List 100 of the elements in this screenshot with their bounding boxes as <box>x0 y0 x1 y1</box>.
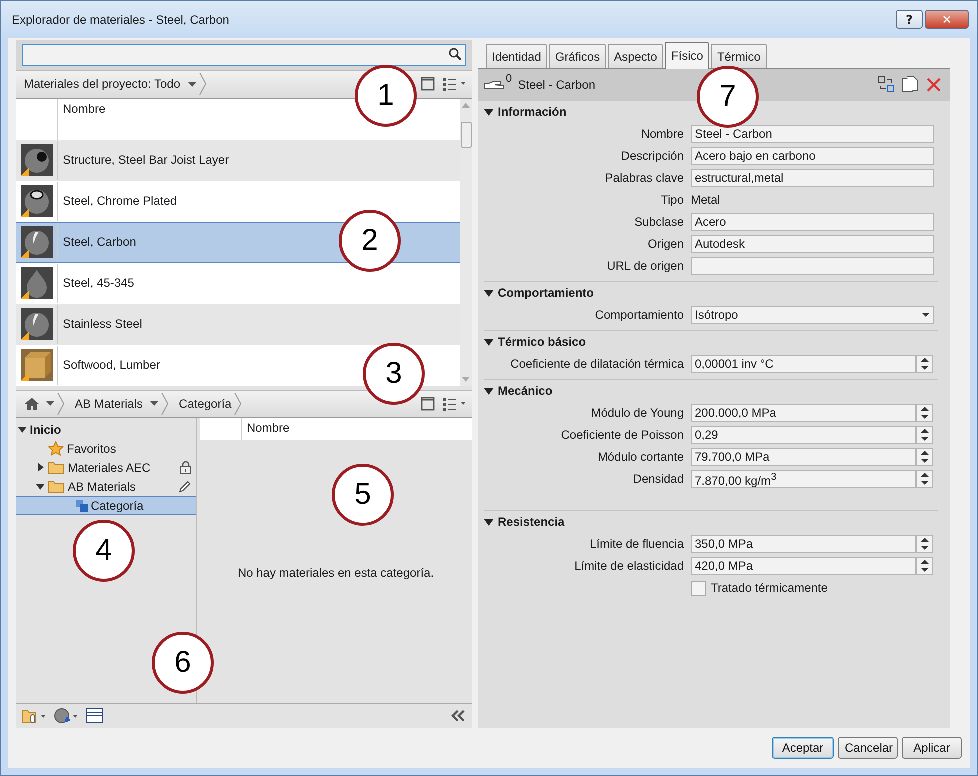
spinner-buttons[interactable] <box>916 535 933 553</box>
section-title: Información <box>498 105 567 119</box>
dialog-button[interactable]: Aceptar <box>772 737 834 759</box>
section-title: Comportamiento <box>498 286 594 300</box>
expander-icon[interactable] <box>484 386 494 396</box>
spinner-buttons[interactable] <box>916 404 933 422</box>
dialog-button[interactable]: Aplicar <box>902 737 962 759</box>
text-field[interactable]: estructural,metal <box>691 169 934 187</box>
help-button[interactable]: ? <box>896 10 923 29</box>
panel-toggle-icon[interactable] <box>420 76 436 92</box>
chevron-icon <box>161 392 170 416</box>
column-header: Nombre <box>246 420 290 438</box>
scroll-thumb[interactable] <box>460 122 472 148</box>
field-label: Coeficiente de dilatación térmica <box>510 357 684 371</box>
number-field[interactable]: 0,29 <box>691 426 916 444</box>
text-field[interactable]: Acero bajo en carbono <box>691 147 934 165</box>
field-label: Nombre <box>640 127 684 141</box>
expander-icon[interactable] <box>484 288 494 298</box>
section-title: Térmico básico <box>498 335 586 349</box>
folder-icon[interactable] <box>22 708 48 724</box>
add-material-icon[interactable] <box>54 708 80 724</box>
search-field[interactable] <box>22 44 466 66</box>
tree-item[interactable]: Categoría <box>16 496 196 516</box>
field-label: Tipo <box>660 193 684 207</box>
chevron-icon <box>198 72 207 96</box>
expander-icon[interactable] <box>484 338 494 346</box>
window-title: Explorador de materiales - Steel, Carbon <box>12 12 230 26</box>
spinner-buttons[interactable] <box>916 426 933 444</box>
delete-icon[interactable] <box>926 77 942 93</box>
field-label: Comportamiento <box>594 308 684 322</box>
chevron-icon <box>57 392 65 416</box>
field-label: Módulo cortante <box>596 450 684 464</box>
section-title: Resistencia <box>498 515 565 529</box>
tree-item[interactable]: AB Materials <box>16 477 196 496</box>
number-field[interactable]: 7.870,00 kg/m$^{3}$ <box>691 470 916 488</box>
empty-message: No hay materiales en esta categoría. <box>238 566 434 580</box>
text-field[interactable]: Autodesk <box>691 235 934 253</box>
field-label: Origen <box>646 237 684 251</box>
scrollbar[interactable] <box>460 98 472 386</box>
number-field[interactable]: 0,00001 inv °C <box>691 355 916 373</box>
field-label: Densidad <box>632 472 684 486</box>
field-label: URL de origen <box>606 259 684 273</box>
text-field[interactable] <box>691 257 934 275</box>
caret-icon <box>150 401 160 406</box>
expander-icon[interactable] <box>36 463 45 472</box>
number-field[interactable]: 200.000,0 MPa <box>691 404 916 422</box>
caret-icon <box>188 82 197 87</box>
column-header: Nombre <box>62 100 106 118</box>
panel-icon[interactable] <box>86 708 104 724</box>
number-field[interactable]: 420,0 MPa <box>691 557 916 575</box>
asset-count: 0 <box>506 73 512 85</box>
tab[interactable]: Físico <box>665 42 710 69</box>
tree-item[interactable]: Favoritos <box>16 439 196 458</box>
field-label: Subclase <box>634 215 684 229</box>
section-title: Mecánico <box>498 384 553 398</box>
field-label: Descripción <box>620 149 684 163</box>
breadcrumb-item[interactable]: AB Materials <box>71 392 160 415</box>
tab[interactable]: Térmico <box>711 44 767 68</box>
expander-icon[interactable] <box>484 108 494 116</box>
list-view-icon[interactable] <box>442 396 468 412</box>
asset-name: Steel - Carbon <box>518 78 596 92</box>
field-label: Límite de elasticidad <box>574 559 684 573</box>
text-field[interactable]: Acero <box>691 213 934 231</box>
checkbox[interactable] <box>691 580 706 596</box>
expander-icon[interactable] <box>36 482 45 492</box>
number-field[interactable]: 350,0 MPa <box>691 535 916 553</box>
swap-icon[interactable] <box>878 76 896 94</box>
material-row[interactable]: Structure, Steel Bar Joist Layer <box>16 140 460 181</box>
field-value: Metal <box>691 193 720 207</box>
search-icon <box>449 48 462 62</box>
tab[interactable]: Identidad <box>486 44 548 68</box>
spinner-buttons[interactable] <box>916 355 933 373</box>
expander-icon[interactable] <box>18 425 27 434</box>
dropdown[interactable]: Isótropo <box>691 306 934 324</box>
dialog-button[interactable]: Cancelar <box>838 737 898 759</box>
spinner-buttons[interactable] <box>916 448 933 466</box>
expander-icon[interactable] <box>484 518 494 526</box>
text-field[interactable]: Steel - Carbon <box>691 125 934 143</box>
spinner-buttons[interactable] <box>916 557 933 575</box>
field-label: Coeficiente de Poisson <box>560 428 684 442</box>
field-label: Palabras clave <box>604 171 684 185</box>
tab[interactable]: Gráficos <box>549 44 606 68</box>
pencil-icon[interactable] <box>178 480 192 494</box>
collapse-icon[interactable] <box>450 709 466 724</box>
tab[interactable]: Aspecto <box>608 44 664 68</box>
tree-item[interactable]: Inicio <box>16 420 196 440</box>
home-icon[interactable] <box>24 396 40 412</box>
caret-icon <box>922 313 930 317</box>
list-view-icon[interactable] <box>442 76 468 92</box>
chevron-icon <box>234 392 242 416</box>
breadcrumb-item[interactable]: Categoría <box>175 392 232 415</box>
copy-icon[interactable] <box>902 76 920 94</box>
spinner-buttons[interactable] <box>916 470 933 488</box>
field-label: Límite de fluencia <box>588 537 684 551</box>
material-row[interactable]: Stainless Steel <box>16 304 460 345</box>
number-field[interactable]: 79.700,0 MPa <box>691 448 916 466</box>
checkbox-label: Tratado térmicamente <box>711 581 828 595</box>
panel-toggle-icon[interactable] <box>420 396 436 412</box>
tree-item[interactable]: Materiales AEC <box>16 458 196 478</box>
dropdown-arrow-icon[interactable] <box>46 401 55 406</box>
